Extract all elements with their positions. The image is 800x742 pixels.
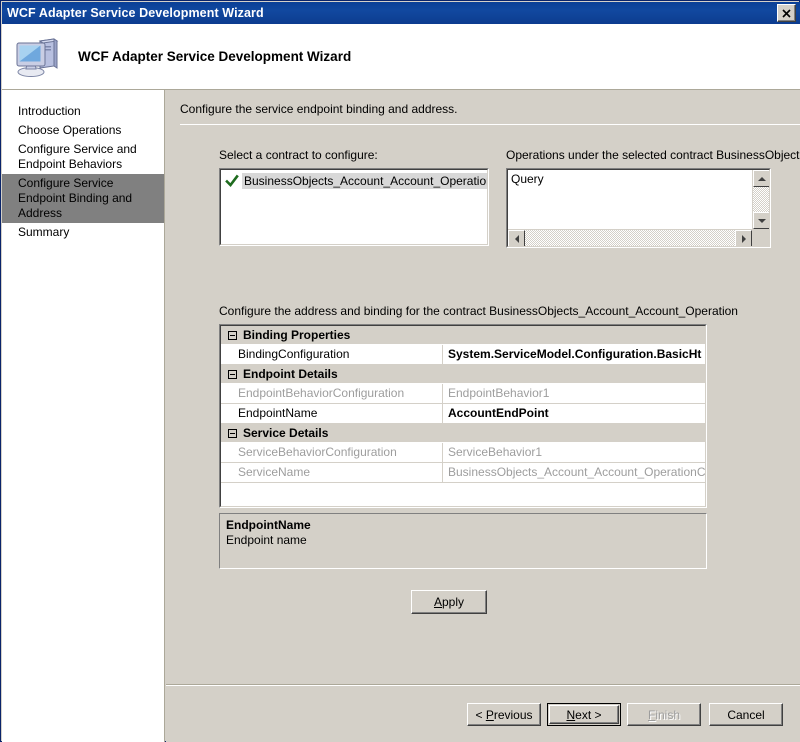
scroll-left-icon[interactable] <box>508 230 525 246</box>
list-item[interactable]: Query <box>508 170 769 186</box>
scroll-down-icon[interactable] <box>753 212 769 229</box>
property-grid-caption: Configure the address and binding for th… <box>219 304 738 318</box>
property-value: ServiceBehavior1 <box>448 445 543 459</box>
contract-listbox[interactable]: BusinessObjects_Account_Account_Operatio… <box>219 168 489 246</box>
property-name: EndpointName <box>221 404 443 423</box>
header-title: WCF Adapter Service Development Wizard <box>78 49 352 64</box>
apply-accel: A <box>433 595 442 609</box>
property-category-label: Service Details <box>243 426 329 440</box>
scroll-up-icon[interactable] <box>753 170 769 187</box>
property-value[interactable]: AccountEndPoint <box>443 404 705 423</box>
sidebar-item-choose-operations[interactable]: Choose Operations <box>2 121 164 140</box>
property-description-pane: EndpointName Endpoint name <box>219 513 707 569</box>
next-accel: N <box>566 707 576 722</box>
property-grid[interactable]: Binding Properties BindingConfiguration … <box>219 324 707 508</box>
property-category-label: Endpoint Details <box>243 367 338 381</box>
operations-listbox-inner: Query <box>507 169 770 247</box>
contract-list-label: Select a contract to configure: <box>219 148 378 162</box>
table-row: ServiceBehaviorConfiguration ServiceBeha… <box>221 443 705 463</box>
next-button[interactable]: Next > <box>547 703 621 726</box>
collapse-icon[interactable] <box>228 369 237 379</box>
vertical-scrollbar[interactable] <box>752 170 769 229</box>
next-suffix: ext > <box>575 707 602 722</box>
check-icon <box>225 174 239 188</box>
scroll-right-icon[interactable] <box>735 230 752 246</box>
computer-icon-glyph <box>16 37 59 77</box>
sidebar-item-introduction[interactable]: Introduction <box>2 102 164 121</box>
window-title: WCF Adapter Service Development Wizard <box>7 6 264 20</box>
title-bar: WCF Adapter Service Development Wizard <box>2 2 800 24</box>
footer-divider <box>166 685 800 686</box>
step-banner-divider <box>180 124 800 125</box>
apply-suffix: pply <box>442 595 465 609</box>
previous-prefix: < <box>475 707 486 722</box>
property-category-label: Binding Properties <box>243 328 351 342</box>
check-glyph <box>225 174 239 187</box>
finish-button: Finish <box>627 703 701 726</box>
sidebar-item-configure-service-and-endpoint-behaviors[interactable]: Configure Service and Endpoint Behaviors <box>2 140 164 174</box>
property-category-endpoint-details[interactable]: Endpoint Details <box>221 365 705 384</box>
description-title: EndpointName <box>226 518 311 532</box>
previous-accel: P <box>485 707 494 722</box>
property-value: BusinessObjects_Account_Account_Operatio… <box>448 465 705 479</box>
arrow-down-glyph <box>757 218 766 223</box>
property-name: BindingConfiguration <box>221 345 443 364</box>
collapse-icon[interactable] <box>228 428 237 438</box>
property-grid-rows: Binding Properties BindingConfiguration … <box>221 326 705 506</box>
contract-item-label: BusinessObjects_Account_Account_Operatio… <box>242 172 487 189</box>
apply-button[interactable]: Apply <box>411 590 487 614</box>
horizontal-scrollbar[interactable] <box>508 229 752 246</box>
arrow-right-glyph <box>741 234 746 243</box>
wizard-content-panel: Configure the service endpoint binding a… <box>166 90 800 742</box>
table-row[interactable]: EndpointName AccountEndPoint <box>221 404 705 424</box>
scrollbar-corner <box>752 229 769 246</box>
next-button-inner: Next > <box>549 705 619 724</box>
computer-icon <box>14 35 62 79</box>
operations-listbox[interactable]: Query <box>506 168 771 248</box>
finish-suffix: inish <box>655 707 681 722</box>
table-row: ServiceName BusinessObjects_Account_Acco… <box>221 463 705 483</box>
wizard-header: WCF Adapter Service Development Wizard <box>2 24 800 89</box>
property-name: EndpointBehaviorConfiguration <box>221 384 443 403</box>
finish-button-label: Finish <box>648 708 680 722</box>
sidebar-item-summary[interactable]: Summary <box>2 223 164 242</box>
property-value: EndpointBehavior1 <box>448 386 550 400</box>
operations-list-label: Operations under the selected contract B… <box>506 148 800 162</box>
property-name: ServiceName <box>221 463 443 482</box>
close-icon[interactable] <box>777 4 796 22</box>
previous-button[interactable]: < Previous <box>467 703 541 726</box>
arrow-left-glyph <box>514 234 519 243</box>
list-item[interactable]: BusinessObjects_Account_Account_Operatio… <box>223 172 487 189</box>
property-category-service-details[interactable]: Service Details <box>221 424 705 443</box>
property-name: ServiceBehaviorConfiguration <box>221 443 443 462</box>
wizard-window: WCF Adapter Service Development Wizard W… <box>0 0 800 742</box>
arrow-up-glyph <box>757 176 766 181</box>
sidebar-item-configure-service-endpoint-binding-and-address[interactable]: Configure Service Endpoint Binding and A… <box>2 174 164 223</box>
previous-button-label: < Previous <box>475 708 532 722</box>
apply-button-label: Apply <box>434 595 464 609</box>
wizard-steps-sidebar: Introduction Choose Operations Configure… <box>2 90 165 742</box>
property-grid-inner: Binding Properties BindingConfiguration … <box>220 325 706 507</box>
close-glyph <box>782 8 791 18</box>
previous-suffix: revious <box>493 707 533 722</box>
property-value[interactable]: System.ServiceModel.Configuration.BasicH… <box>443 345 705 364</box>
step-banner-text: Configure the service endpoint binding a… <box>180 102 458 116</box>
next-button-label: Next > <box>566 708 601 722</box>
property-category-binding-properties[interactable]: Binding Properties <box>221 326 705 345</box>
contract-listbox-inner: BusinessObjects_Account_Account_Operatio… <box>220 169 488 245</box>
table-row[interactable]: BindingConfiguration System.ServiceModel… <box>221 345 705 365</box>
property-grid-empty-area <box>221 483 705 506</box>
collapse-icon[interactable] <box>228 330 237 340</box>
description-body: Endpoint name <box>226 533 307 547</box>
cancel-button[interactable]: Cancel <box>709 703 783 726</box>
cancel-button-label: Cancel <box>727 707 765 722</box>
table-row: EndpointBehaviorConfiguration EndpointBe… <box>221 384 705 404</box>
